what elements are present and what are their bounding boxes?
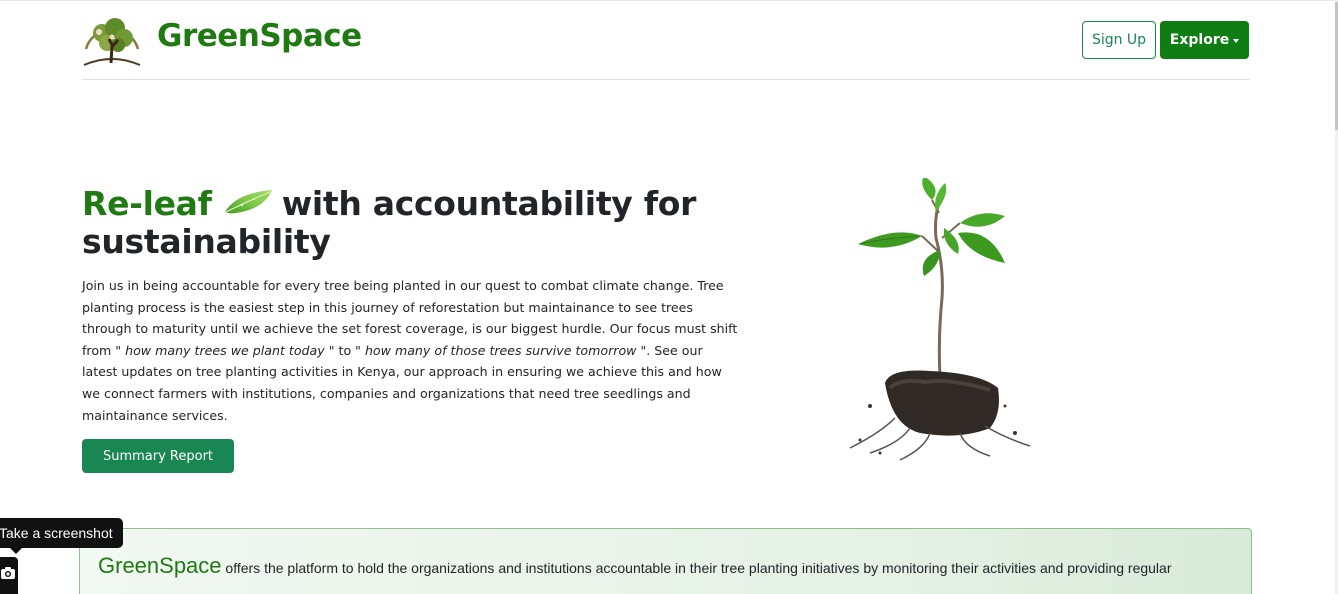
- hero-text-2: " to ": [324, 342, 365, 358]
- info-brand: GreenSpace: [98, 553, 222, 578]
- hero-emphasis-2: how many of those trees survive tomorrow: [364, 342, 637, 358]
- leaf-icon: [222, 187, 276, 217]
- info-text: GreenSpace offers the platform to hold t…: [98, 553, 1238, 581]
- info-body: offers the platform to hold the organiza…: [221, 560, 1172, 576]
- hero-emphasis-1: how many trees we plant today: [125, 342, 325, 358]
- camera-icon: [1, 567, 15, 579]
- site-header: GreenSpace Sign Up Explore: [82, 0, 1250, 80]
- hero-paragraph: Join us in being accountable for every t…: [82, 275, 742, 426]
- brand-name[interactable]: GreenSpace: [157, 18, 362, 54]
- seedling-image: [840, 176, 1040, 468]
- caret-down-icon: [1233, 38, 1240, 43]
- tree-logo-icon[interactable]: [82, 13, 142, 67]
- screenshot-button[interactable]: [0, 557, 18, 594]
- tooltip-arrow: [10, 548, 22, 554]
- info-card: GreenSpace offers the platform to hold t…: [79, 528, 1252, 594]
- summary-report-button[interactable]: Summary Report: [82, 439, 234, 473]
- screenshot-tooltip: Take a screenshot: [0, 518, 123, 554]
- hero-title-accent: Re-leaf: [82, 184, 212, 223]
- tooltip-text: Take a screenshot: [0, 525, 113, 541]
- explore-dropdown-button[interactable]: Explore: [1160, 21, 1249, 59]
- explore-label: Explore: [1169, 32, 1230, 48]
- hero-title: Re-leaf with accountability for sustaina…: [82, 185, 742, 261]
- sign-up-button[interactable]: Sign Up: [1082, 21, 1156, 59]
